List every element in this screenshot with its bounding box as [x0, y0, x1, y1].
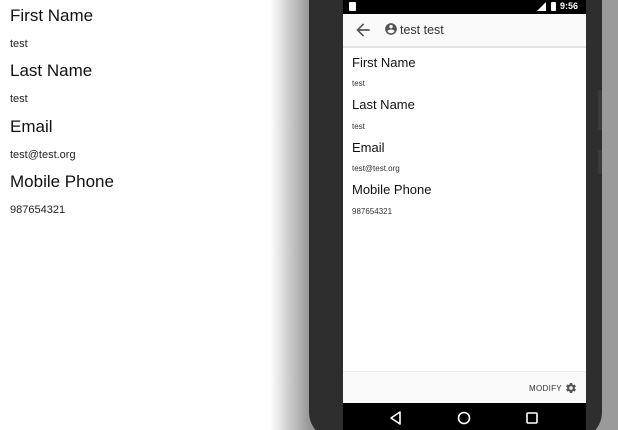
first-name-value: test	[352, 79, 365, 88]
last-name-label: Last Name	[352, 97, 415, 112]
first-name-label: First Name	[10, 6, 94, 25]
home-circle-icon[interactable]	[455, 409, 473, 427]
mobile-phone-value: 987654321	[10, 204, 66, 216]
modify-label: MODIFY	[529, 383, 562, 393]
account-circle-icon	[385, 23, 397, 35]
sim-card-icon	[349, 2, 356, 11]
bottom-action-bar: MODIFY	[343, 371, 586, 403]
battery-icon	[551, 2, 556, 11]
volume-button	[598, 90, 602, 130]
recents-square-icon[interactable]	[523, 409, 541, 427]
first-name-value: test	[10, 38, 28, 50]
signal-icon	[537, 2, 546, 11]
power-button	[598, 150, 602, 174]
web-profile-panel: First Name test Last Name test Email tes…	[0, 0, 290, 430]
email-value: test@test.org	[10, 149, 76, 161]
back-triangle-icon[interactable]	[387, 409, 405, 427]
android-nav-bar	[343, 403, 586, 430]
gear-icon	[566, 382, 576, 393]
arrow-back-icon[interactable]	[353, 20, 373, 40]
email-label: Email	[352, 140, 385, 155]
last-name-label: Last Name	[10, 61, 93, 80]
first-name-label: First Name	[352, 55, 416, 70]
modify-button[interactable]: MODIFY	[529, 378, 577, 398]
email-value: test@test.org	[352, 164, 400, 173]
mobile-phone-label: Mobile Phone	[10, 172, 114, 191]
last-name-value: test	[10, 93, 28, 105]
status-time: 9:56	[560, 1, 579, 11]
phone-screen: 9:56 test test First Name test Last Name…	[343, 0, 586, 430]
last-name-value: test	[352, 122, 365, 131]
mobile-phone-label: Mobile Phone	[352, 182, 432, 197]
app-bar-title: test test	[400, 23, 444, 37]
app-bar: test test	[343, 14, 586, 48]
status-bar: 9:56	[343, 0, 586, 14]
email-label: Email	[10, 117, 53, 136]
mobile-phone-value: 987654321	[352, 207, 393, 216]
